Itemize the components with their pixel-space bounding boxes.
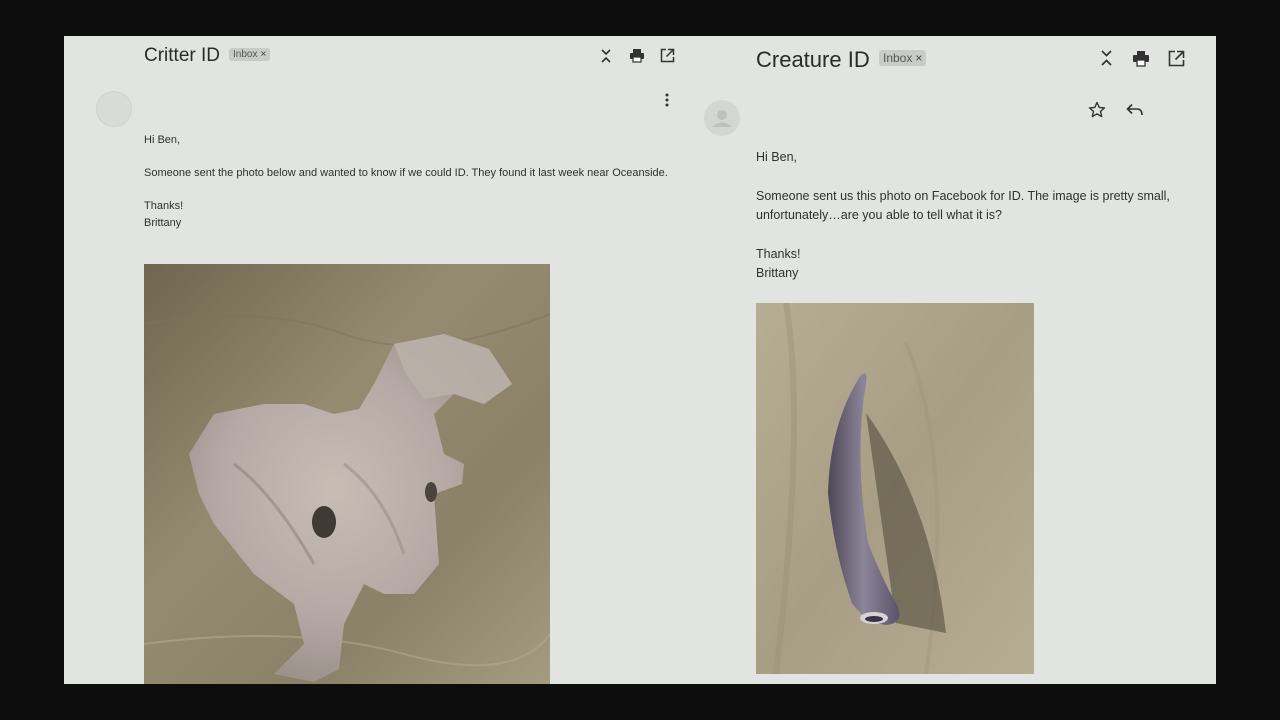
print-icon[interactable] (1132, 50, 1150, 67)
inbox-label-chip[interactable]: Inbox × (229, 48, 271, 61)
email-subject: Critter ID (144, 45, 220, 66)
chip-label: Inbox (883, 51, 913, 65)
screen: Critter ID Inbox × Hi Ben, Someone sent t… (64, 36, 1216, 684)
email-greeting: Hi Ben, (144, 134, 181, 146)
attached-photo-critter[interactable] (144, 264, 550, 684)
email-signoff: Thanks! (756, 247, 801, 261)
email-body-line-2: unfortunately…are you able to tell what … (756, 208, 1002, 222)
open-in-new-window-icon[interactable] (660, 48, 675, 63)
email-subject: Creature ID (756, 47, 870, 72)
expand-collapse-icon[interactable] (600, 48, 612, 64)
sender-avatar (96, 91, 132, 127)
sender-avatar (704, 100, 740, 136)
email-signature: Brittany (756, 266, 799, 280)
email-signoff: Thanks! (144, 200, 184, 212)
email-greeting: Hi Ben, (756, 150, 797, 164)
chip-remove-icon[interactable]: × (915, 51, 922, 65)
avatar-icon (712, 110, 732, 127)
chip-remove-icon[interactable]: × (260, 49, 266, 60)
email-signature: Brittany (144, 217, 182, 229)
chip-label: Inbox (233, 49, 258, 60)
email-pane-critter: Critter ID Inbox × Hi Ben, Someone sent t… (64, 36, 704, 684)
inbox-label-chip[interactable]: Inbox × (879, 50, 927, 66)
reply-icon[interactable] (1126, 103, 1144, 117)
email-body: Someone sent the photo below and wanted … (144, 167, 668, 179)
email-pane-creature: Creature ID Inbox × Hi Ben, Someone sent … (704, 36, 1216, 684)
email-body-line-1: Someone sent us this photo on Facebook f… (756, 189, 1170, 203)
attached-photo-creature[interactable] (756, 303, 1034, 674)
expand-collapse-icon[interactable] (1100, 49, 1113, 67)
more-vert-icon[interactable] (665, 93, 669, 107)
print-icon[interactable] (629, 48, 645, 63)
star-icon[interactable] (1088, 101, 1106, 119)
open-in-new-window-icon[interactable] (1168, 50, 1185, 67)
